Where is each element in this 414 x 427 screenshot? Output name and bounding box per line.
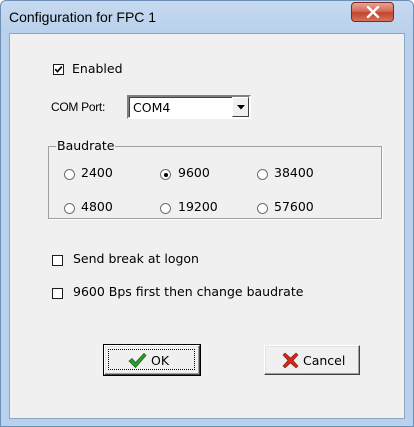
bps-first-checkbox[interactable] [52, 288, 63, 299]
com-port-dropdown-button[interactable] [232, 97, 249, 117]
send-break-label[interactable]: Send break at logon [73, 251, 199, 266]
dialog-window: Configuration for FPC 1 Enabled COM Port… [0, 0, 414, 427]
radio-9600-label[interactable]: 9600 [178, 165, 210, 180]
cancel-button-label: Cancel [303, 353, 346, 368]
ok-button[interactable]: OK [103, 344, 201, 376]
checkmark-icon [128, 352, 147, 369]
x-cross-icon [282, 352, 299, 369]
enabled-checkbox[interactable] [53, 64, 64, 75]
dialog-client-area: Enabled COM Port: COM4 Baudrate 2400 960… [9, 33, 405, 419]
radio-4800-label[interactable]: 4800 [81, 199, 113, 214]
checkmark-icon [54, 66, 63, 73]
radio-9600[interactable] [160, 169, 171, 180]
radio-38400-label[interactable]: 38400 [274, 165, 314, 180]
close-button[interactable] [351, 2, 394, 22]
radio-2400-label[interactable]: 2400 [81, 165, 113, 180]
bps-first-label[interactable]: 9600 Bps first then change baudrate [73, 284, 303, 299]
send-break-checkbox[interactable] [52, 255, 63, 266]
com-port-value: COM4 [133, 100, 171, 115]
cancel-button[interactable]: Cancel [264, 345, 360, 375]
radio-19200-label[interactable]: 19200 [178, 199, 218, 214]
radio-2400[interactable] [64, 169, 75, 180]
ok-button-label: OK [151, 353, 170, 368]
radio-57600[interactable] [257, 203, 268, 214]
baudrate-legend: Baudrate [56, 138, 116, 153]
close-icon [366, 6, 380, 18]
enabled-label[interactable]: Enabled [72, 61, 123, 76]
radio-38400[interactable] [257, 169, 268, 180]
com-port-label: COM Port: [51, 100, 105, 114]
radio-4800[interactable] [64, 203, 75, 214]
title-bar[interactable]: Configuration for FPC 1 [1, 1, 413, 33]
window-title: Configuration for FPC 1 [9, 9, 157, 25]
chevron-down-icon [237, 105, 245, 110]
radio-57600-label[interactable]: 57600 [274, 199, 314, 214]
com-port-select[interactable]: COM4 [127, 95, 251, 119]
radio-selected-dot [163, 172, 168, 177]
radio-19200[interactable] [160, 203, 171, 214]
